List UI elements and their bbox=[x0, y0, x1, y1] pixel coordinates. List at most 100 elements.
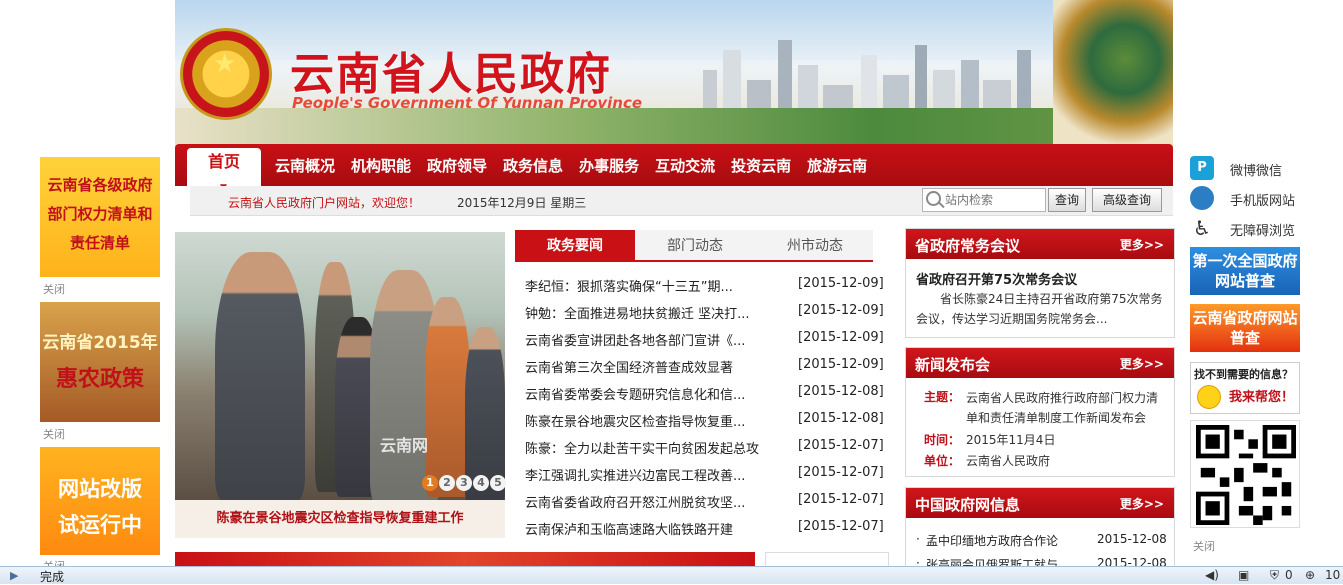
headline-photo[interactable]: 云南网 bbox=[175, 232, 505, 500]
news-item[interactable]: 钟勉：全面推进易地扶贫搬迁 坚决打... [2015-12-09] bbox=[515, 299, 887, 326]
ad-power-list-text: 云南省各级政府部门权力清单和责任清单 bbox=[47, 176, 153, 252]
shield-icon[interactable]: ⛨ bbox=[1270, 568, 1279, 583]
site-title: 云南省人民政府 bbox=[290, 49, 612, 100]
panel-press-conference: 新闻发布会 更多>> 主题： 云南省人民政府推行政府部门权力清单和责任清单制度工… bbox=[905, 347, 1175, 477]
topic-label: 主题： bbox=[924, 390, 961, 404]
photo-pager-dot[interactable]: 5 bbox=[490, 475, 506, 491]
search-input[interactable] bbox=[945, 191, 1043, 209]
panel-header: 新闻发布会 更多>> bbox=[906, 348, 1174, 378]
help-question: 找不到需要的信息？ bbox=[1194, 368, 1293, 381]
play-icon: ▶ bbox=[10, 569, 19, 582]
news-item[interactable]: 云南保泸和玉临高速路大临铁路开建 [2015-12-07] bbox=[515, 515, 887, 542]
nav-home[interactable]: 首页▼ bbox=[187, 148, 261, 193]
search-box bbox=[922, 188, 1046, 212]
nav-item-travel[interactable]: 旅游云南 bbox=[799, 144, 875, 188]
ad-site-redesign-line1: 网站改版 bbox=[58, 477, 142, 501]
list-item[interactable]: · 孟中印缅地方政府合作论 2015-12-08 bbox=[916, 532, 1171, 552]
yunnan-census-banner[interactable]: 云南省政府网站普查 bbox=[1190, 304, 1300, 352]
query-button[interactable]: 查询 bbox=[1048, 188, 1086, 212]
press-time: 2015年11月4日 bbox=[966, 433, 1056, 447]
national-emblem-icon: ★ bbox=[180, 28, 272, 120]
photo-pager-dot[interactable]: 1 bbox=[422, 475, 438, 491]
meeting-headline[interactable]: 省政府召开第75次常务会议 bbox=[916, 269, 1077, 288]
nav-item-agencies[interactable]: 机构职能 bbox=[343, 144, 419, 188]
smiley-icon bbox=[1197, 385, 1221, 409]
ad-farm-policy-line2: 惠农政策 bbox=[55, 367, 144, 392]
news-item[interactable]: 云南省委常委会专题研究信息化和信... [2015-12-08] bbox=[515, 380, 887, 407]
nav-item-gov-info[interactable]: 政务信息 bbox=[495, 144, 571, 188]
news-item[interactable]: 云南省委省政府召开怒江州脱贫攻坚... [2015-12-07] bbox=[515, 488, 887, 515]
ad-farm-policy-line1: 云南省2015年 bbox=[42, 333, 158, 353]
search-icon bbox=[926, 191, 941, 206]
press-topic[interactable]: 云南省人民政府推行政府部门权力清单和责任清单制度工作新闻发布会 bbox=[966, 388, 1166, 428]
qr-code-icon bbox=[1196, 425, 1296, 525]
unit-label: 单位： bbox=[924, 454, 961, 468]
more-link[interactable]: 更多>> bbox=[1120, 495, 1164, 512]
more-link[interactable]: 更多>> bbox=[1120, 236, 1164, 253]
news-item[interactable]: 陈豪在景谷地震灾区检查指导恢复重... [2015-12-08] bbox=[515, 407, 887, 434]
photo-pager-dot[interactable]: 3 bbox=[456, 475, 472, 491]
ad-power-list[interactable]: 云南省各级政府部门权力清单和责任清单 bbox=[40, 157, 160, 277]
window-icon[interactable]: ▣ bbox=[1238, 568, 1249, 582]
speaker-icon[interactable]: ◀) bbox=[1205, 568, 1219, 582]
more-link[interactable]: 更多>> bbox=[1120, 355, 1164, 372]
close-ad-1[interactable]: 关闭 bbox=[43, 281, 65, 297]
nav-item-services[interactable]: 办事服务 bbox=[571, 144, 647, 188]
status-text: 完成 bbox=[40, 570, 65, 584]
nav-item-leaders[interactable]: 政府领导 bbox=[419, 144, 495, 188]
browser-status-bar: ▶ 完成 ◀) ▣ ⛨ 0 ⊕ 10 bbox=[0, 566, 1343, 584]
news-tabs: 政务要闻 部门动态 州市动态 bbox=[515, 230, 873, 262]
photo-watermark: 云南网 bbox=[380, 436, 429, 455]
panel-executive-meeting: 省政府常务会议 更多>> 省政府召开第75次常务会议 省长陈豪24日主持召开省政… bbox=[905, 228, 1175, 338]
news-item[interactable]: 李江强调扎实推进兴边富民工程改善... [2015-12-07] bbox=[515, 461, 887, 488]
welcome-text: 云南省人民政府门户网站，欢迎您！ bbox=[228, 196, 421, 210]
news-item[interactable]: 云南省委宣讲团赴各地各部门宣讲《... [2015-12-09] bbox=[515, 326, 887, 353]
ad-farm-policy[interactable]: 云南省2015年 惠农政策 bbox=[40, 302, 160, 422]
news-list: 李纪恒：狠抓落实确保“十三五”期... [2015-12-09] 钟勉：全面推进易… bbox=[515, 272, 887, 542]
meeting-summary: 省长陈豪24日主持召开省政府第75次常务会议，传达学习近期国务院常务会... bbox=[916, 292, 1163, 326]
wheelchair-icon: ♿ bbox=[1193, 216, 1211, 240]
time-label: 时间： bbox=[924, 433, 961, 447]
news-item[interactable]: 陈豪：全力以赴苦干实干向贫困发起总攻 [2015-12-07] bbox=[515, 434, 887, 461]
zoom-icon[interactable]: ⊕ bbox=[1305, 568, 1315, 582]
nav-item-interaction[interactable]: 互动交流 bbox=[647, 144, 723, 188]
nav-home-label: 首页 bbox=[207, 152, 240, 171]
blocked-count: 0 bbox=[1285, 568, 1293, 582]
site-subtitle: People's Government Of Yunnan Province bbox=[292, 94, 643, 112]
news-item[interactable]: 李纪恒：狠抓落实确保“十三五”期... [2015-12-09] bbox=[515, 272, 887, 299]
news-item[interactable]: 云南省第三次全国经济普查成效显著 [2015-12-09] bbox=[515, 353, 887, 380]
panel-header: 中国政府网信息 更多>> bbox=[906, 488, 1174, 518]
photo-pager-dot[interactable]: 2 bbox=[439, 475, 455, 491]
current-date: 2015年12月9日 星期三 bbox=[457, 196, 587, 210]
photo-caption[interactable]: 陈豪在景谷地震灾区检查指导恢复重建工作 bbox=[175, 500, 505, 538]
help-answer: 我来帮您！ bbox=[1229, 390, 1295, 405]
tab-department-news[interactable]: 部门动态 bbox=[635, 230, 755, 262]
advanced-search-button[interactable]: 高级查询 bbox=[1092, 188, 1162, 212]
peacock-feather-image bbox=[1053, 0, 1173, 148]
help-box[interactable]: 找不到需要的信息？ 我来帮您！ bbox=[1190, 362, 1300, 414]
main-nav: 首页▼ 云南概况 机构职能 政府领导 政务信息 办事服务 互动交流 投资云南 旅… bbox=[175, 144, 1173, 193]
nav-item-invest[interactable]: 投资云南 bbox=[723, 144, 799, 188]
census-banner[interactable]: 第一次全国政府网站普查 bbox=[1190, 247, 1300, 295]
weibo-wechat-link[interactable]: P 微博微信 bbox=[1190, 156, 1310, 182]
qr-code bbox=[1190, 420, 1300, 528]
tab-prefecture-news[interactable]: 州市动态 bbox=[755, 230, 875, 262]
accessibility-link[interactable]: ♿ 无障碍浏览 bbox=[1190, 216, 1310, 242]
mobile-site-link[interactable]: 手机版网站 bbox=[1190, 186, 1310, 212]
panel-title: 新闻发布会 bbox=[915, 356, 991, 374]
press-unit: 云南省人民政府 bbox=[966, 454, 1051, 468]
panel-title: 中国政府网信息 bbox=[915, 496, 1021, 514]
close-ad-2[interactable]: 关闭 bbox=[43, 426, 65, 442]
zoom-level: 10 bbox=[1325, 568, 1341, 582]
ad-site-redesign-line2: 试运行中 bbox=[58, 513, 142, 537]
nav-item-overview[interactable]: 云南概况 bbox=[267, 144, 343, 188]
photo-pager: 1 2 3 4 5 bbox=[422, 475, 506, 491]
close-qr[interactable]: 关闭 bbox=[1193, 538, 1215, 554]
panel-header: 省政府常务会议 更多>> bbox=[906, 229, 1174, 259]
phone-icon bbox=[1190, 186, 1214, 210]
ad-site-redesign[interactable]: 网站改版 试运行中 bbox=[40, 447, 160, 555]
panel-title: 省政府常务会议 bbox=[915, 237, 1021, 255]
photo-pager-dot[interactable]: 4 bbox=[473, 475, 489, 491]
tab-gov-news[interactable]: 政务要闻 bbox=[515, 230, 635, 262]
weibo-icon: P bbox=[1190, 156, 1214, 180]
